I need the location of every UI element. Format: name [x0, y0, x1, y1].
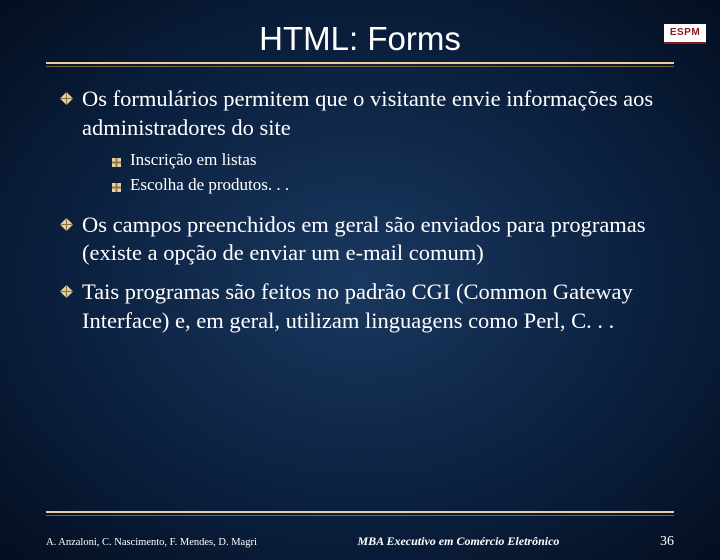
- sub-text: Escolha de produtos. . .: [130, 174, 289, 196]
- bullet-icon: [60, 92, 82, 110]
- bullet-item: Tais programas são feitos no padrão CGI …: [60, 278, 660, 336]
- bullet-icon: [60, 218, 82, 236]
- slide-number: 36: [660, 534, 674, 550]
- footer: A. Anzaloni, C. Nascimento, F. Mendes, D…: [46, 534, 674, 550]
- bullet-text: Os formulários permitem que o visitante …: [82, 85, 660, 143]
- bullet-item: Os formulários permitem que o visitante …: [60, 85, 660, 143]
- bullet-item: Os campos preenchidos em geral são envia…: [60, 211, 660, 269]
- bullet-text: Tais programas são feitos no padrão CGI …: [82, 278, 660, 336]
- slide-title: HTML: Forms: [0, 20, 720, 58]
- sub-bullet-icon: [112, 179, 130, 197]
- sub-list: Inscrição em listas Escolha de produtos.…: [112, 149, 660, 197]
- sub-item: Escolha de produtos. . .: [112, 174, 660, 197]
- sub-item: Inscrição em listas: [112, 149, 660, 172]
- slide-content: Os formulários permitem que o visitante …: [60, 85, 660, 336]
- bullet-icon: [60, 285, 82, 303]
- logo-badge: ESPM: [664, 24, 706, 44]
- title-divider: [46, 62, 674, 67]
- sub-text: Inscrição em listas: [130, 149, 257, 171]
- footer-authors: A. Anzaloni, C. Nascimento, F. Mendes, D…: [46, 537, 257, 548]
- footer-program: MBA Executivo em Comércio Eletrônico: [357, 534, 559, 549]
- bullet-text: Os campos preenchidos em geral são envia…: [82, 211, 660, 269]
- footer-divider: [46, 511, 674, 516]
- sub-bullet-icon: [112, 154, 130, 172]
